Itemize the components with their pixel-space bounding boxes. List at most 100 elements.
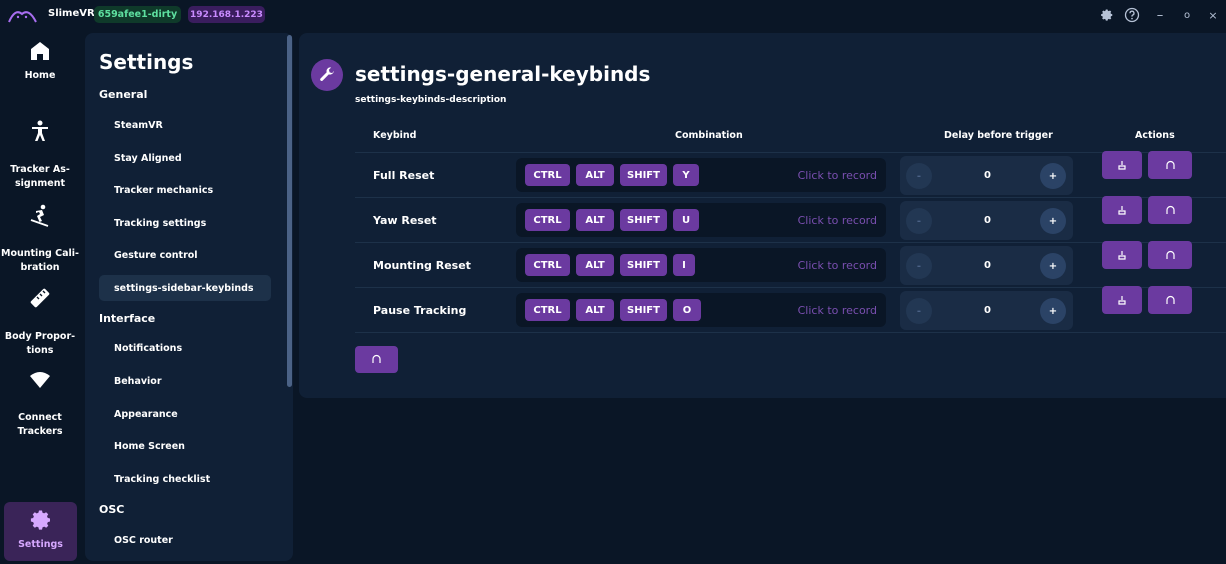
delay-control: - 0 + [900, 246, 1073, 285]
key-chip: O [673, 299, 701, 321]
column-header-actions: Actions [1135, 130, 1175, 141]
person-icon [32, 120, 48, 141]
clear-icon [1118, 296, 1126, 305]
keybind-row: Mounting Reset CTRL ALT SHIFT I Click to… [355, 241, 1226, 287]
section-general: General [99, 88, 148, 101]
keybind-name: Yaw Reset [373, 214, 437, 227]
sidebar-item-steamvr[interactable]: SteamVR [99, 112, 271, 138]
delay-value[interactable]: 0 [975, 246, 1000, 285]
nav-home[interactable]: Home [0, 39, 80, 83]
minimize-icon[interactable]: – [1152, 7, 1168, 23]
left-navigation: Home Tracker As- signment Mounting Cali-… [0, 31, 80, 564]
home-icon [31, 42, 49, 60]
delay-decrease-button[interactable]: - [906, 208, 932, 234]
table-divider [355, 332, 1226, 333]
sidebar-item-gesture-control[interactable]: Gesture control [99, 242, 271, 268]
reset-keybind-button[interactable] [1102, 151, 1142, 179]
nav-tracker-assignment[interactable]: Tracker As- signment [0, 105, 80, 191]
reset-keybind-button[interactable] [1102, 196, 1142, 224]
sidebar-item-notifications[interactable]: Notifications [99, 335, 271, 361]
nav-mounting-calibration[interactable]: Mounting Cali- bration [0, 189, 80, 275]
sidebar-item-stay-aligned[interactable]: Stay Aligned [99, 145, 271, 171]
gear-icon [30, 510, 50, 530]
close-icon[interactable]: × [1205, 7, 1221, 23]
record-hint: Click to record [797, 258, 877, 272]
sidebar-item-keybinds[interactable]: settings-sidebar-keybinds [99, 275, 271, 301]
page-title: settings-general-keybinds [355, 62, 651, 86]
settings-sidebar: Settings General SteamVR Stay Aligned Tr… [85, 33, 293, 561]
record-keybind-button[interactable] [1148, 196, 1192, 224]
sidebar-item-tracking-checklist[interactable]: Tracking checklist [99, 466, 271, 492]
delay-value[interactable]: 0 [975, 156, 1000, 195]
keybinds-panel: settings-general-keybinds settings-keybi… [299, 33, 1226, 398]
nav-label-tracker-assignment: Tracker As- signment [10, 164, 70, 189]
delay-control: - 0 + [900, 201, 1073, 240]
delay-decrease-button[interactable]: - [906, 298, 932, 324]
nav-label-home: Home [24, 70, 56, 81]
maximize-icon[interactable]: o [1179, 7, 1195, 23]
clear-icon [1118, 251, 1126, 260]
column-header-delay: Delay before trigger [944, 130, 1053, 141]
keybind-row: Full Reset CTRL ALT SHIFT Y Click to rec… [355, 151, 1226, 197]
keybind-name: Pause Tracking [373, 304, 467, 317]
sidebar-item-osc-router[interactable]: OSC router [99, 527, 271, 553]
combination-recorder[interactable]: CTRL ALT SHIFT Y Click to record [516, 158, 886, 192]
keybind-row: Pause Tracking CTRL ALT SHIFT O Click to… [355, 286, 1226, 332]
delay-increase-button[interactable]: + [1040, 253, 1066, 279]
settings-icon[interactable] [1099, 7, 1115, 23]
nav-label-mounting-calibration: Mounting Cali- bration [0, 248, 79, 273]
nav-label-settings: Settings [18, 539, 63, 550]
delay-value[interactable]: 0 [975, 201, 1000, 240]
key-chip: I [673, 254, 695, 276]
delay-decrease-button[interactable]: - [906, 163, 932, 189]
column-header-keybind: Keybind [373, 130, 417, 141]
key-chip: ALT [576, 164, 614, 186]
title-bar: SlimeVR 659afee1-dirty 192.168.1.223 – o… [0, 0, 1226, 31]
key-chip: U [673, 209, 699, 231]
nav-body-proportions[interactable]: Body Propor- tions [0, 272, 80, 358]
record-keybind-button[interactable] [1148, 241, 1192, 269]
reset-icon [372, 354, 381, 363]
combination-recorder[interactable]: CTRL ALT SHIFT I Click to record [516, 248, 886, 282]
key-chip: Y [673, 164, 699, 186]
settings-title: Settings [99, 50, 194, 74]
wrench-icon [311, 59, 343, 91]
delay-increase-button[interactable]: + [1040, 208, 1066, 234]
skier-icon [30, 204, 49, 227]
record-icon [1165, 250, 1175, 259]
delay-increase-button[interactable]: + [1040, 163, 1066, 189]
nav-connect-trackers[interactable]: Connect Trackers [0, 353, 80, 439]
record-hint: Click to record [797, 168, 877, 182]
sidebar-item-home-screen[interactable]: Home Screen [99, 433, 271, 459]
delay-increase-button[interactable]: + [1040, 298, 1066, 324]
reset-keybind-button[interactable] [1102, 286, 1142, 314]
combination-recorder[interactable]: CTRL ALT SHIFT O Click to record [516, 293, 886, 327]
clear-icon [1118, 161, 1126, 170]
sidebar-item-appearance[interactable]: Appearance [99, 401, 271, 427]
sidebar-scrollbar[interactable] [287, 35, 292, 387]
combination-recorder[interactable]: CTRL ALT SHIFT U Click to record [516, 203, 886, 237]
ip-badge: 192.168.1.223 [188, 6, 265, 23]
sidebar-item-tracking-settings[interactable]: Tracking settings [99, 210, 271, 236]
delay-value[interactable]: 0 [975, 291, 1000, 330]
key-chip: SHIFT [620, 209, 667, 231]
reset-keybind-button[interactable] [1102, 241, 1142, 269]
key-chip: ALT [576, 254, 614, 276]
help-icon[interactable] [1124, 7, 1140, 23]
record-icon [1165, 295, 1175, 304]
record-icon [1165, 160, 1175, 169]
app-title: SlimeVR [48, 8, 95, 19]
sidebar-item-tracker-mechanics[interactable]: Tracker mechanics [99, 177, 271, 203]
delay-decrease-button[interactable]: - [906, 253, 932, 279]
key-chip: ALT [576, 299, 614, 321]
sidebar-item-behavior[interactable]: Behavior [99, 368, 271, 394]
record-keybind-button[interactable] [1148, 286, 1192, 314]
record-keybind-button[interactable] [1148, 151, 1192, 179]
wifi-icon [30, 372, 50, 388]
record-hint: Click to record [797, 303, 877, 317]
keybind-name: Mounting Reset [373, 259, 471, 272]
reset-all-keybinds-button[interactable] [355, 346, 398, 373]
keybind-row: Yaw Reset CTRL ALT SHIFT U Click to reco… [355, 196, 1226, 242]
nav-settings[interactable]: Settings [4, 502, 77, 561]
delay-control: - 0 + [900, 156, 1073, 195]
